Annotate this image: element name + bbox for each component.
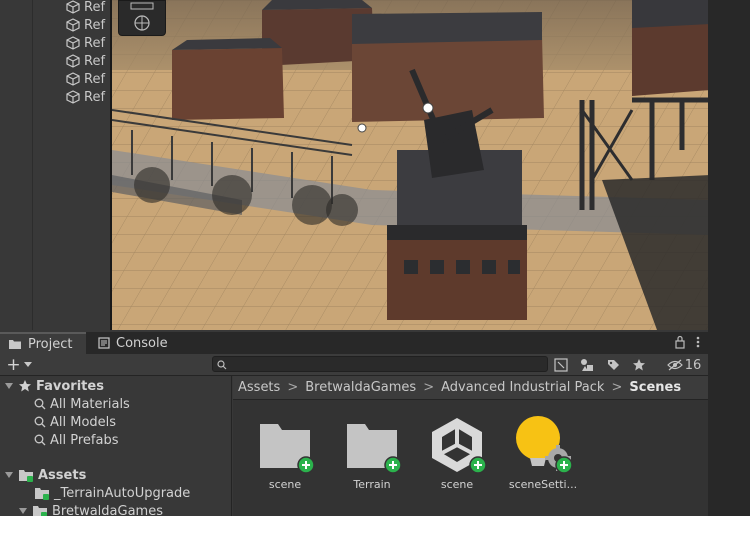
move-tool-icon: [130, 2, 154, 31]
expand-arrow-icon: [19, 508, 27, 514]
tree-item-all-prefabs[interactable]: All Prefabs: [0, 431, 230, 449]
asset-tile-folder[interactable]: scene: [245, 414, 325, 504]
shapes-icon: [581, 359, 593, 371]
breadcrumb-advanced-industrial-pack[interactable]: Advanced Industrial Pack: [441, 380, 604, 395]
hierarchy-item-label: Ref: [84, 53, 106, 69]
console-icon: [98, 337, 110, 349]
eye-hidden-icon: [666, 359, 683, 371]
breadcrumb-bretwalda-games[interactable]: BretwaldaGames: [305, 380, 416, 395]
scene-render: [112, 0, 708, 330]
project-toolbar: + 16: [0, 354, 708, 376]
hierarchy-item[interactable]: Ref: [66, 88, 105, 106]
folder-icon: [9, 340, 21, 349]
hierarchy-item-label: Ref: [84, 17, 106, 33]
expand-arrow-icon: [5, 472, 13, 478]
search-icon: [217, 360, 227, 370]
cube-icon: [66, 0, 80, 14]
expand-arrow-icon: [5, 383, 13, 389]
tab-console[interactable]: Console: [90, 332, 180, 354]
star-icon: [633, 359, 645, 371]
tab-project[interactable]: Project: [0, 332, 86, 354]
tag-icon: [608, 360, 619, 370]
tree-item-terrain-auto-upgrade[interactable]: _TerrainAutoUpgrade: [0, 484, 230, 502]
folder-icon: [260, 424, 315, 474]
unity-scene-icon: [432, 418, 487, 474]
search-icon: [34, 434, 46, 446]
tree-item-bretwalda-games[interactable]: BretwaldaGames: [0, 502, 230, 516]
hierarchy-item[interactable]: Ref: [66, 16, 105, 34]
lock-icon[interactable]: [674, 335, 686, 349]
hierarchy-item[interactable]: Ref: [66, 52, 105, 70]
lighting-settings-icon: [516, 416, 573, 474]
filter-by-type-button[interactable]: [578, 356, 596, 374]
folder-icon: [33, 506, 47, 516]
add-asset-button[interactable]: +: [4, 355, 34, 375]
tree-item-favorites[interactable]: Favorites: [0, 377, 230, 395]
breadcrumb-assets[interactable]: Assets: [238, 380, 280, 395]
cube-icon: [66, 90, 80, 104]
asset-tile-scene[interactable]: scene: [417, 414, 497, 504]
scene-gizmo[interactable]: [118, 0, 166, 36]
right-dock-edge: [708, 0, 750, 516]
tree-item-assets[interactable]: Assets: [0, 466, 230, 484]
filter-by-label-button[interactable]: [604, 356, 622, 374]
cube-icon: [66, 54, 80, 68]
search-by-type-button[interactable]: [552, 356, 570, 374]
hierarchy-item-label: Ref: [84, 0, 106, 15]
hierarchy-item-label: Ref: [84, 89, 106, 105]
breadcrumb-separator: >: [611, 380, 623, 395]
favorites-button[interactable]: [630, 356, 648, 374]
asset-tile-folder[interactable]: Terrain: [332, 414, 412, 504]
hierarchy-item-label: Ref: [84, 35, 106, 51]
more-options-icon[interactable]: [696, 335, 700, 349]
hierarchy-indent-guide: [32, 0, 33, 330]
hierarchy-item[interactable]: Ref: [66, 0, 105, 16]
scene-view[interactable]: [110, 0, 708, 330]
breadcrumb-separator: >: [423, 380, 435, 395]
search-input[interactable]: [212, 356, 548, 372]
folder-icon: [35, 488, 49, 500]
hierarchy-panel: Ref Ref Ref Ref Ref Ref: [0, 0, 110, 330]
project-folder-tree: Favorites All Materials All Models All P…: [0, 376, 232, 516]
asset-tile-lighting-settings[interactable]: sceneSetti...: [503, 414, 583, 504]
cube-icon: [66, 72, 80, 86]
hierarchy-item[interactable]: Ref: [66, 34, 105, 52]
hierarchy-item-label: Ref: [84, 71, 106, 87]
unity-editor: Ref Ref Ref Ref Ref Ref Project Console …: [0, 0, 708, 516]
tree-item-all-materials[interactable]: All Materials: [0, 395, 230, 413]
filter-icon: [554, 358, 568, 372]
star-icon: [19, 380, 31, 392]
bottom-tab-bar: Project Console: [0, 332, 708, 354]
chevron-down-icon: [23, 362, 32, 367]
breadcrumb: Assets > BretwaldaGames > Advanced Indus…: [233, 376, 708, 400]
tab-tools: [674, 335, 700, 349]
folder-icon: [347, 424, 402, 474]
breadcrumb-scenes[interactable]: Scenes: [629, 380, 681, 395]
project-assets-panel: Assets > BretwaldaGames > Advanced Indus…: [233, 376, 708, 516]
cube-icon: [66, 36, 80, 50]
folder-icon: [19, 470, 33, 482]
cube-icon: [66, 18, 80, 32]
search-icon: [34, 398, 46, 410]
breadcrumb-separator: >: [287, 380, 299, 395]
tree-item-all-models[interactable]: All Models: [0, 413, 230, 431]
hierarchy-item[interactable]: Ref: [66, 70, 105, 88]
hidden-packages-toggle[interactable]: 16: [664, 356, 704, 374]
search-icon: [34, 416, 46, 428]
